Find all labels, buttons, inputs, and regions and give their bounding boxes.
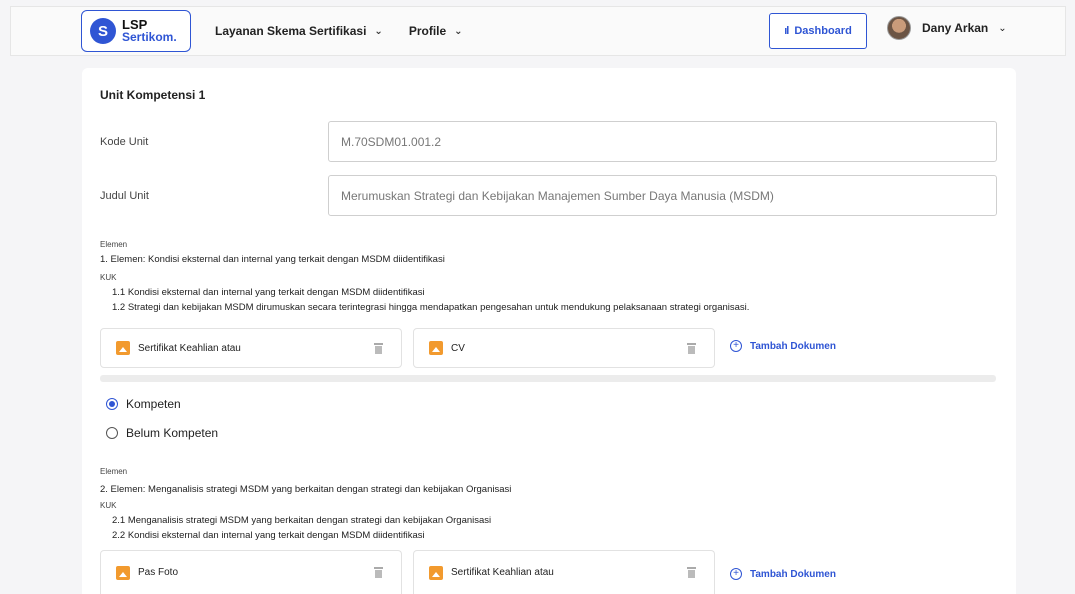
chevron-down-icon: ⌄ xyxy=(998,22,1007,34)
divider xyxy=(100,375,996,382)
document-card[interactable]: CV xyxy=(413,328,715,368)
user-menu[interactable]: Dany Arkan ⌄ xyxy=(887,16,1007,40)
radio-checked-icon[interactable] xyxy=(106,398,118,410)
document-name: Pas Foto xyxy=(138,567,179,578)
add-document-button[interactable]: + Tambah Dokumen xyxy=(730,568,836,580)
image-icon xyxy=(429,341,443,355)
kuk-label: KUK xyxy=(100,501,117,510)
judul-unit-value: Merumuskan Strategi dan Kebijakan Manaje… xyxy=(341,188,774,203)
user-name: Dany Arkan xyxy=(922,21,989,35)
trash-icon[interactable] xyxy=(374,342,383,354)
top-navbar: S LSP Sertikom. Layanan Skema Sertifikas… xyxy=(10,6,1066,56)
plus-circle-icon: + xyxy=(730,568,742,580)
add-document-label: Tambah Dokumen xyxy=(750,568,836,580)
trash-icon[interactable] xyxy=(687,342,696,354)
bar-chart-icon: ıl xyxy=(784,25,789,37)
dashboard-label: Dashboard xyxy=(794,25,852,37)
kuk-item: 2.1 Menganalisis strategi MSDM yang berk… xyxy=(112,515,492,526)
logo-line2: Sertikom. xyxy=(122,30,177,44)
radio-belum-kompeten-label: Belum Kompeten xyxy=(126,426,219,440)
judul-unit-label: Judul Unit xyxy=(100,190,149,202)
judul-unit-field[interactable]: Merumuskan Strategi dan Kebijakan Manaje… xyxy=(328,175,997,216)
elemen-text: 2. Elemen: Menganalisis strategi MSDM ya… xyxy=(100,484,512,495)
radio-kompeten-label: Kompeten xyxy=(126,397,181,411)
nav-layanan-label: Layanan Skema Sertifikasi xyxy=(215,24,367,38)
dashboard-button[interactable]: ıl Dashboard xyxy=(769,13,867,49)
image-icon xyxy=(429,565,443,580)
nav-layanan-skema[interactable]: Layanan Skema Sertifikasi ⌄ xyxy=(215,24,383,38)
kode-unit-value: M.70SDM01.001.2 xyxy=(341,134,442,149)
document-card[interactable]: Sertifikat Keahlian atau xyxy=(100,328,402,368)
nav-profile-label: Profile xyxy=(408,24,447,38)
document-name: CV xyxy=(451,342,465,354)
kode-unit-field[interactable]: M.70SDM01.001.2 xyxy=(328,121,997,162)
elemen-label: Elemen xyxy=(100,240,128,249)
add-document-button[interactable]: + Tambah Dokumen xyxy=(730,340,836,352)
trash-icon[interactable] xyxy=(687,567,696,578)
kuk-item: 2.2 Kondisi eksternal dan internal yang … xyxy=(112,530,425,541)
plus-circle-icon: + xyxy=(730,340,742,352)
image-icon xyxy=(116,565,130,580)
logo-text: LSP Sertikom. xyxy=(122,18,177,44)
document-name: Sertifikat Keahlian atau xyxy=(138,342,241,354)
logo-badge: S xyxy=(90,18,116,44)
trash-icon[interactable] xyxy=(374,567,383,578)
elemen-label: Elemen xyxy=(100,467,128,476)
chevron-down-icon: ⌄ xyxy=(374,25,383,37)
nav-profile[interactable]: Profile ⌄ xyxy=(409,24,463,38)
document-name: Sertifikat Keahlian atau xyxy=(451,567,554,578)
add-document-label: Tambah Dokumen xyxy=(750,340,836,352)
radio-belum-kompeten[interactable]: Belum Kompeten xyxy=(106,426,218,440)
elemen-text: 1. Elemen: Kondisi eksternal dan interna… xyxy=(100,254,445,265)
image-icon xyxy=(116,341,130,355)
radio-kompeten[interactable]: Kompeten xyxy=(106,397,181,411)
document-card[interactable]: Pas Foto xyxy=(100,550,402,594)
document-card[interactable]: Sertifikat Keahlian atau xyxy=(413,550,715,594)
kuk-item: 1.2 Strategi dan kebijakan MSDM dirumusk… xyxy=(112,302,750,313)
kuk-label: KUK xyxy=(100,273,117,282)
kode-unit-label: Kode Unit xyxy=(100,136,149,148)
radio-unchecked-icon[interactable] xyxy=(106,427,118,439)
chevron-down-icon: ⌄ xyxy=(454,25,463,37)
avatar xyxy=(887,16,911,40)
lsp-logo[interactable]: S LSP Sertikom. xyxy=(81,10,191,52)
unit-title: Unit Kompetensi 1 xyxy=(100,88,206,102)
kuk-item: 1.1 Kondisi eksternal dan internal yang … xyxy=(112,287,425,298)
